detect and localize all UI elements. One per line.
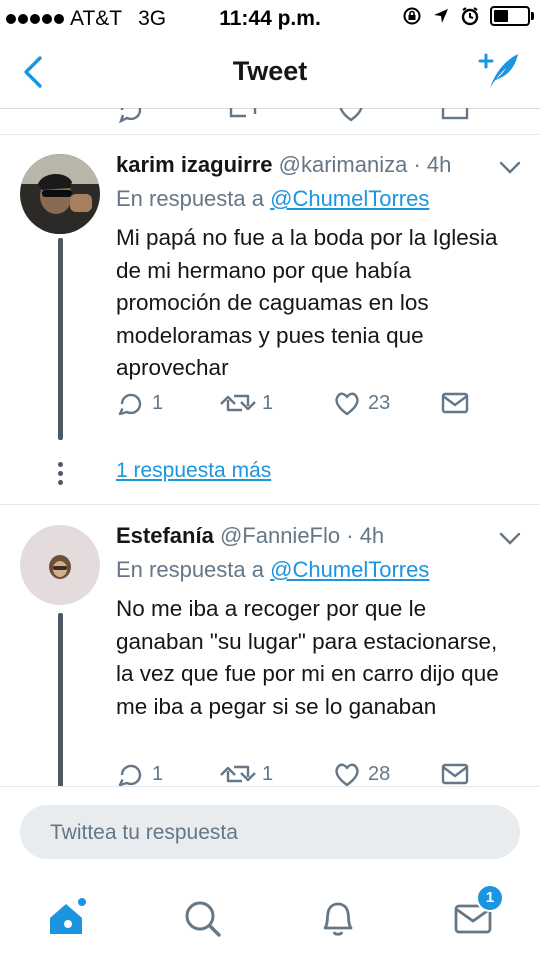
like-icon [335,763,359,786]
status-bar: AT&T 3G 11:44 p.m. [0,0,540,36]
reply-input[interactable] [48,805,492,861]
thread-line [58,238,63,440]
chevron-down-icon[interactable] [498,531,522,547]
reply-button[interactable]: 1 [116,388,163,418]
like-count: 23 [368,391,391,414]
reply-to-link[interactable]: @ChumelTorres [270,557,429,582]
location-icon [434,9,448,23]
like-button[interactable]: 28 [332,759,390,786]
compose-tweet-icon[interactable] [476,50,522,92]
reply-context: En respuesta a @ChumelTorres [116,557,429,583]
retweet-button[interactable]: 1 [220,759,273,786]
tweet-actions: 1 1 23 [116,388,516,422]
like-count: 28 [368,762,391,785]
direct-message-button[interactable] [440,388,470,418]
reply-composer [0,786,540,875]
thread-line [58,613,63,786]
reply-box[interactable] [20,805,520,861]
reply-icon [118,393,142,416]
reply-prefix: En respuesta a [116,557,264,582]
tweet-text: Mi papá no fue a la boda por la Iglesia … [116,225,498,380]
chevron-down-icon[interactable] [498,160,522,176]
reply-to-link[interactable]: @ChumelTorres [270,186,429,211]
like-button[interactable]: 23 [332,388,390,418]
more-replies-link[interactable]: 1 respuesta más [116,459,271,483]
author-name[interactable]: Estefanía [116,523,214,548]
more-dots-icon [58,462,64,485]
reply-prefix: En respuesta a [116,186,264,211]
tweet[interactable]: Estefanía @FannieFlo · 4h En respuesta a… [0,505,540,786]
avatar[interactable] [20,154,100,234]
tweet-header: Estefanía @FannieFlo · 4h [116,523,384,549]
author-handle[interactable]: @FannieFlo [220,523,340,548]
reply-icon [118,764,142,786]
retweet-count: 1 [262,391,274,414]
tab-messages[interactable]: 1 [452,884,504,940]
like-icon[interactable] [336,108,366,124]
tab-search[interactable] [180,896,224,940]
tweet[interactable]: karim izaguirre @karimaniza · 4h En resp… [0,134,540,504]
more-replies-row: 1 respuesta más [0,456,540,490]
rotation-lock-icon [403,7,421,25]
avatar[interactable] [20,525,100,605]
alarm-icon [461,7,479,26]
tab-home[interactable] [46,896,90,940]
retweet-icon[interactable] [226,108,260,124]
reply-button[interactable]: 1 [116,759,163,786]
mail-icon [441,392,469,414]
tweet-time: · 4h [346,523,385,548]
retweet-button[interactable]: 1 [220,388,273,418]
reply-count: 1 [152,762,164,785]
mail-icon [441,763,469,785]
retweet-icon [220,765,256,783]
author-handle[interactable]: @karimaniza [279,152,408,177]
messages-badge: 1 [476,884,504,912]
reply-context: En respuesta a @ChumelTorres [116,186,429,212]
nav-bar: Tweet [0,36,540,109]
reply-count: 1 [152,391,164,414]
bell-icon [323,902,353,936]
search-icon [185,901,221,937]
page-title: Tweet [232,56,308,86]
like-icon [335,392,359,416]
retweet-count: 1 [262,762,274,785]
retweet-icon [220,394,256,412]
tweet-time: · 4h [413,152,452,177]
previous-tweet-actions [0,108,540,135]
tweet-header: karim izaguirre @karimaniza · 4h [116,152,451,178]
home-icon [50,898,86,934]
tab-bar: 1 [0,874,540,960]
direct-message-button[interactable] [440,759,470,786]
tweet-text: No me iba a recoger por que le ganaban "… [116,596,499,719]
message-icon[interactable] [440,108,470,124]
author-name[interactable]: karim izaguirre [116,152,273,177]
battery-icon [490,6,534,26]
tab-notifications[interactable] [316,896,360,940]
tweet-actions: 1 1 28 [116,759,516,786]
reply-icon[interactable] [116,108,146,124]
